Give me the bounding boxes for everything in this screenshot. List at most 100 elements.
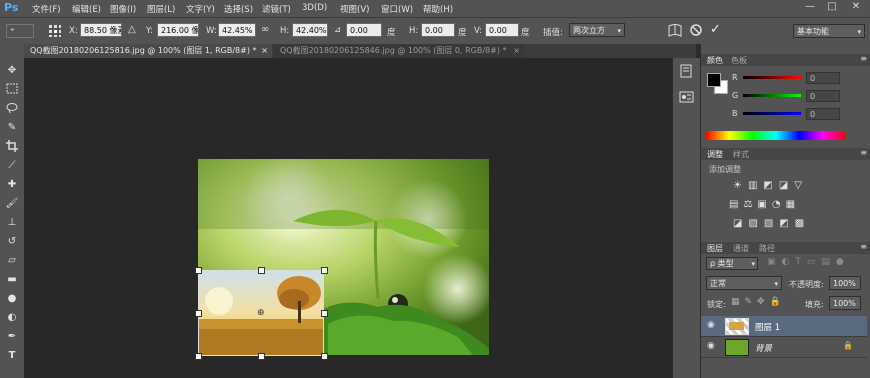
link-icon[interactable]: ∞ xyxy=(261,24,269,35)
lasso-tool-icon[interactable] xyxy=(4,102,20,116)
close-icon[interactable]: × xyxy=(261,44,268,58)
adjustment-icons-row-2[interactable]: ▤⚖▣◔▦ xyxy=(729,199,839,211)
tab-paths[interactable]: 路径 xyxy=(759,243,775,254)
b-input[interactable]: 0 xyxy=(806,108,840,120)
tab-document-1[interactable]: QQ截图20180206125816.jpg @ 100% (图层 1, RGB… xyxy=(24,44,272,58)
menu-select[interactable]: 选择(S) xyxy=(224,3,253,15)
eyedropper-tool-icon[interactable]: ⟋ xyxy=(4,159,20,173)
width-input[interactable]: 42.45% xyxy=(218,23,256,37)
transform-handle[interactable] xyxy=(195,353,202,360)
commit-transform-icon[interactable]: ✓ xyxy=(710,22,724,37)
lock-icons[interactable]: ▦✎✥🔒 xyxy=(731,297,787,309)
height-input[interactable]: 42.40% xyxy=(292,23,328,37)
blur-tool-icon[interactable]: ● xyxy=(4,292,20,306)
transform-handle[interactable] xyxy=(258,267,265,274)
panel-menu-icon[interactable]: ≡ xyxy=(860,54,867,63)
clone-stamp-tool-icon[interactable]: ⊥ xyxy=(4,216,20,230)
eye-icon[interactable]: ◉ xyxy=(707,341,715,351)
color-spectrum-bar[interactable] xyxy=(706,131,846,140)
transform-handle[interactable] xyxy=(321,267,328,274)
menu-layer[interactable]: 图层(L) xyxy=(147,3,175,15)
menu-3d[interactable]: 3D(D) xyxy=(302,3,327,13)
menu-file[interactable]: 文件(F) xyxy=(32,3,61,15)
menu-window[interactable]: 窗口(W) xyxy=(381,3,413,15)
interpolation-select[interactable]: 两次立方 ▾ xyxy=(569,23,625,37)
properties-panel-icon[interactable] xyxy=(679,90,695,104)
tab-swatches[interactable]: 色板 xyxy=(731,55,747,66)
degree-unit: 度 xyxy=(458,28,467,38)
canvas-area[interactable]: ⊕ xyxy=(24,58,696,378)
collapsed-panel-dock xyxy=(672,58,701,378)
transform-handle[interactable] xyxy=(321,310,328,317)
tab-adjustments[interactable]: 调整 xyxy=(707,149,723,160)
type-tool-icon[interactable]: T xyxy=(4,349,20,363)
panel-menu-icon[interactable]: ≡ xyxy=(860,242,867,251)
menu-type[interactable]: 文字(Y) xyxy=(186,3,215,15)
menu-image[interactable]: 图像(I) xyxy=(110,3,136,15)
healing-brush-tool-icon[interactable]: ✚ xyxy=(4,178,20,192)
transform-handle[interactable] xyxy=(258,353,265,360)
right-panels: 颜色 色板 ≡ R 0 G 0 B 0 调整 样式 ≡ 添加调整 ☀▥◩◪▽ ▤… xyxy=(700,44,870,378)
layer-filter-select[interactable]: ρ 类型 ▾ xyxy=(706,257,758,270)
adjustment-icons-row-1[interactable]: ☀▥◩◪▽ xyxy=(733,180,833,192)
close-button[interactable]: ✕ xyxy=(846,0,866,14)
history-brush-tool-icon[interactable]: ↺ xyxy=(4,235,20,249)
g-slider[interactable] xyxy=(743,94,801,97)
chevron-down-icon: ▾ xyxy=(774,280,778,288)
cancel-transform-icon[interactable] xyxy=(689,23,703,37)
crop-tool-icon[interactable] xyxy=(4,140,20,154)
menu-view[interactable]: 视图(V) xyxy=(340,3,369,15)
eye-icon[interactable]: ◉ xyxy=(707,320,715,330)
tool-preset-picker[interactable]: ⌖ xyxy=(6,24,34,38)
maximize-button[interactable]: □ xyxy=(822,0,842,14)
r-slider[interactable] xyxy=(743,76,801,79)
dodge-tool-icon[interactable]: ◐ xyxy=(4,311,20,325)
marquee-tool-icon[interactable] xyxy=(4,83,20,97)
g-input[interactable]: 0 xyxy=(806,90,840,102)
adjustment-icons-row-3[interactable]: ◪▨▧◩▩ xyxy=(733,218,833,230)
v-skew-input[interactable]: 0.00 xyxy=(485,23,519,37)
layer-name[interactable]: 背景 xyxy=(755,342,772,354)
layer-name[interactable]: 图层 1 xyxy=(755,321,780,333)
minimize-button[interactable]: — xyxy=(800,0,820,14)
layer-row[interactable]: ◉ 背景 🔒 xyxy=(701,337,867,358)
menu-help[interactable]: 帮助(H) xyxy=(423,3,453,15)
degree-unit: 度 xyxy=(387,28,396,38)
tab-color[interactable]: 颜色 xyxy=(707,55,723,66)
menu-edit[interactable]: 编辑(E) xyxy=(72,3,101,15)
opacity-input[interactable]: 100% xyxy=(829,276,861,290)
eraser-tool-icon[interactable]: ▱ xyxy=(4,254,20,268)
history-panel-icon[interactable] xyxy=(679,64,695,78)
blend-mode-select[interactable]: 正常 ▾ xyxy=(706,276,782,290)
transform-center-icon[interactable]: ⊕ xyxy=(257,308,265,318)
panel-menu-icon[interactable]: ≡ xyxy=(860,148,867,157)
pen-tool-icon[interactable]: ✒ xyxy=(4,330,20,344)
tab-channels[interactable]: 通道 xyxy=(733,243,749,254)
quick-select-tool-icon[interactable]: ✎ xyxy=(4,121,20,135)
angle-input[interactable]: 0.00 xyxy=(346,23,382,37)
layer-filter-icons[interactable]: ▣◐T▭▤● xyxy=(767,257,862,269)
menu-filter[interactable]: 滤镜(T) xyxy=(262,3,291,15)
brush-tool-icon[interactable]: 🖌 xyxy=(4,197,20,211)
tab-styles[interactable]: 样式 xyxy=(733,149,749,160)
x-input[interactable]: 88.50 像素 xyxy=(80,23,122,37)
transform-handle[interactable] xyxy=(195,310,202,317)
r-input[interactable]: 0 xyxy=(806,72,840,84)
layer-row[interactable]: ◉ 图层 1 xyxy=(701,316,867,337)
y-input[interactable]: 216.00 像素 xyxy=(157,23,199,37)
close-icon[interactable]: × xyxy=(513,44,520,58)
fill-input[interactable]: 100% xyxy=(829,296,861,310)
transform-handle[interactable] xyxy=(195,267,202,274)
transform-handle[interactable] xyxy=(321,353,328,360)
reference-point-icon[interactable] xyxy=(48,24,62,38)
tab-layers[interactable]: 图层 xyxy=(707,243,723,254)
h-skew-input[interactable]: 0.00 xyxy=(421,23,455,37)
tab-document-2[interactable]: QQ截图20180206125846.jpg @ 100% (图层 0, RGB… xyxy=(274,44,524,58)
warp-icon[interactable] xyxy=(667,23,683,39)
layer-thumbnail xyxy=(725,339,749,356)
workspace-select[interactable]: 基本功能 ▾ xyxy=(793,24,865,38)
move-tool-icon[interactable]: ✥ xyxy=(4,64,20,78)
foreground-color-swatch[interactable] xyxy=(707,73,721,87)
gradient-tool-icon[interactable]: ▬ xyxy=(4,273,20,287)
b-slider[interactable] xyxy=(743,112,801,115)
